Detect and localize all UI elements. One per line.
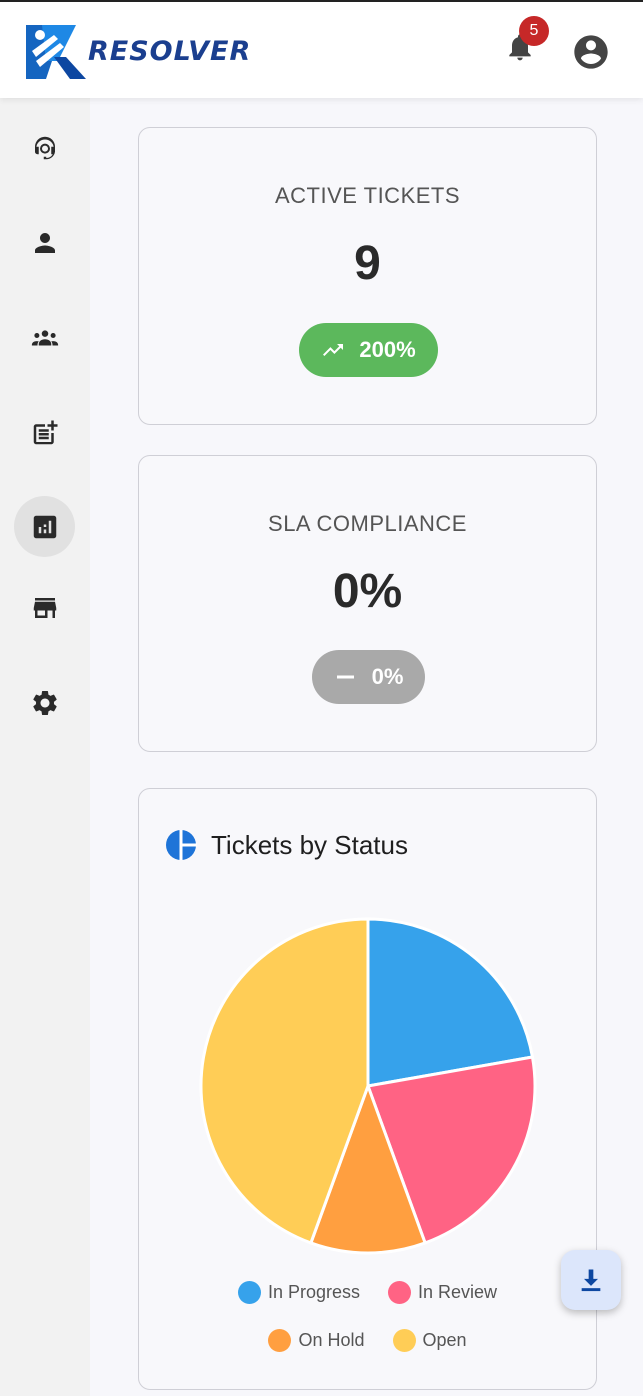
- legend-swatch: [237, 1281, 261, 1304]
- kpi-card-active-tickets: ACTIVE TICKETS 9 200%: [138, 127, 597, 425]
- person-icon: [34, 232, 55, 253]
- legend-item-open[interactable]: Open: [392, 1329, 467, 1352]
- legend-swatch: [388, 1281, 411, 1304]
- logo-mark-icon: [26, 25, 86, 79]
- legend-swatch: [268, 1329, 292, 1352]
- kpi-title: SLA COMPLIANCE: [268, 511, 467, 536]
- download-icon: [581, 1269, 601, 1292]
- legend-item-in-review[interactable]: In Review: [388, 1281, 497, 1304]
- legend-label: In Review: [418, 1282, 498, 1302]
- sidebar-item-settings[interactable]: [14, 672, 75, 733]
- kpi-change-badge: 200%: [299, 323, 438, 377]
- download-button[interactable]: [561, 1250, 621, 1310]
- sidebar-item-new-ticket[interactable]: [14, 402, 75, 463]
- sidebar-item-users[interactable]: [14, 212, 75, 273]
- analytics-icon: [33, 515, 56, 538]
- sidebar-item-support[interactable]: [14, 117, 75, 178]
- chart-header: Tickets by Status: [165, 829, 408, 861]
- chart-legend-row-2: On Hold Open: [139, 1329, 596, 1352]
- kpi-value: 9: [354, 237, 381, 290]
- chart-card-tickets-by-status: Tickets by Status In Progress In Review …: [138, 788, 597, 1390]
- post-add-icon: [33, 420, 57, 444]
- account-avatar-icon[interactable]: [571, 32, 611, 72]
- sidebar-item-analytics[interactable]: [14, 496, 75, 557]
- kpi-card-sla-compliance: SLA COMPLIANCE 0% 0%: [138, 455, 597, 752]
- chart-title: Tickets by Status: [211, 829, 408, 860]
- top-app-bar: RESOLVER 5: [0, 0, 643, 98]
- notification-count-badge: 5: [519, 16, 549, 46]
- chart-legend-row-1: In Progress In Review: [139, 1281, 596, 1304]
- sidebar-item-store[interactable]: [14, 577, 75, 638]
- kpi-change-badge: 0%: [312, 650, 425, 704]
- legend-swatch: [392, 1329, 416, 1352]
- kpi-change-value: 0%: [371, 664, 404, 689]
- brand-name: RESOLVER: [88, 35, 252, 67]
- legend-label: On Hold: [298, 1330, 365, 1350]
- legend-item-on-hold[interactable]: On Hold: [268, 1329, 365, 1352]
- kpi-change-value: 200%: [359, 337, 416, 362]
- store-icon: [33, 597, 56, 618]
- trending-flat-icon: [336, 675, 354, 679]
- legend-item-in-progress[interactable]: In Progress: [237, 1281, 360, 1304]
- pie-chart-icon: [166, 830, 197, 860]
- sidebar-item-teams[interactable]: [14, 307, 75, 368]
- legend-label: Open: [422, 1330, 467, 1350]
- status-pie-chart: [199, 917, 537, 1255]
- kpi-value: 0%: [332, 565, 403, 618]
- support-agent-icon: [34, 136, 55, 159]
- settings-icon: [32, 690, 57, 715]
- sidebar-nav: [0, 98, 90, 1396]
- app-logo[interactable]: RESOLVER: [24, 20, 294, 82]
- groups-icon: [31, 329, 58, 345]
- kpi-title: ACTIVE TICKETS: [274, 183, 461, 208]
- legend-label: In Progress: [267, 1282, 360, 1302]
- trending-up-icon: [323, 344, 344, 356]
